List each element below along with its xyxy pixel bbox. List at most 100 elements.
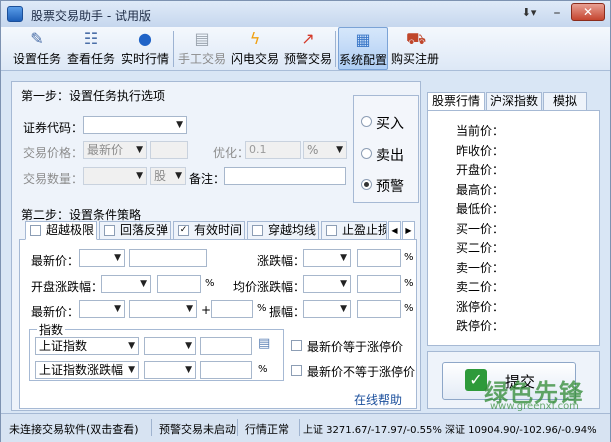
download-menu-icon[interactable]: ⬇▾ — [517, 4, 541, 22]
index-change-operator-dropdown[interactable]: ▼ — [144, 361, 196, 379]
price-type-dropdown[interactable]: 最新价 ▼ — [83, 141, 147, 159]
toolbar-buy-register[interactable]: ⛟ 购买注册 — [389, 27, 441, 70]
index-operator-dropdown[interactable]: ▼ — [144, 337, 196, 355]
tab-checkbox[interactable] — [30, 225, 41, 236]
chevron-down-icon: ▼ — [136, 171, 143, 181]
tab-fallback-rebound[interactable]: 回落反弹 — [99, 221, 171, 240]
tab-stop-profit-loss[interactable]: 止盈止损 — [321, 221, 387, 240]
change-input[interactable] — [357, 249, 401, 267]
index-value-input[interactable] — [200, 337, 252, 355]
tab-cross-ma[interactable]: 穿越均线 — [247, 221, 319, 240]
radio-alert-label: 预警 — [376, 179, 404, 195]
quote-bid2: 买二价： — [456, 241, 505, 255]
tab-checkbox-checked[interactable]: ✓ — [178, 225, 189, 236]
chevron-down-icon: ▼ — [140, 279, 147, 289]
tab-exceed-limit[interactable]: 超越极限 — [25, 221, 97, 240]
price-input[interactable] — [150, 141, 188, 159]
limit-up-checkbox[interactable] — [291, 340, 302, 351]
reference-price-dropdown[interactable]: ▼ — [129, 300, 197, 318]
toolbar-system-config[interactable]: ▦ 系统配置 — [338, 27, 388, 70]
latest-price-operator-dropdown[interactable]: ▼ — [79, 249, 125, 267]
tab-checkbox[interactable] — [104, 225, 115, 236]
not-limit-up-label: 最新价不等于涨停价 — [307, 365, 416, 379]
index-change-dropdown[interactable]: 上证指数涨跌幅 ▼ — [35, 361, 139, 379]
chevron-down-icon: ▼ — [340, 279, 347, 289]
radio-buy[interactable] — [361, 116, 372, 127]
chevron-down-icon: ▼ — [136, 145, 143, 155]
toolbar-manual-trade[interactable]: ▤ 手工交易 — [176, 27, 228, 70]
settings-task-icon: ✎ — [30, 29, 44, 48]
status-shenzhen-index: 深证 10904.90/-102.96/-0.94% — [445, 425, 597, 436]
close-button[interactable]: ✕ — [571, 3, 605, 21]
quote-panel — [427, 110, 600, 346]
percent-label: % — [205, 278, 215, 289]
latest-price-input[interactable] — [129, 249, 207, 267]
status-alert: 预警交易未启动 — [159, 423, 236, 436]
tab-valid-time[interactable]: ✓ 有效时间 — [173, 221, 245, 240]
amplitude-input[interactable] — [357, 300, 401, 318]
avg-change-operator-dropdown[interactable]: ▼ — [303, 275, 351, 293]
plus-label: + — [201, 303, 212, 317]
change-operator-dropdown[interactable]: ▼ — [303, 249, 351, 267]
stock-code-dropdown[interactable]: ▼ — [83, 116, 187, 134]
quote-ask1: 卖一价： — [456, 261, 505, 275]
tab-stock-quote[interactable]: 股票行情 — [427, 92, 485, 111]
code-label: 证券代码： — [23, 121, 84, 135]
tab-simulate[interactable]: 模拟 — [543, 92, 587, 111]
optimize-input[interactable]: 0.1 — [245, 141, 301, 159]
note-input[interactable] — [224, 167, 346, 185]
status-separator — [237, 419, 238, 436]
percent-label: % — [404, 252, 414, 263]
amplitude-label: 振幅： — [269, 305, 306, 319]
chevron-down-icon: ▼ — [185, 365, 192, 375]
calendar-icon[interactable]: ▤ — [258, 336, 270, 351]
quote-limit-down: 跌停价： — [456, 319, 505, 333]
latest-price-operator-dropdown-2[interactable]: ▼ — [79, 300, 125, 318]
system-config-icon: ▦ — [355, 30, 371, 49]
toolbar-realtime-quote[interactable]: ● 实时行情 — [119, 27, 171, 70]
tab-checkbox[interactable] — [326, 225, 337, 236]
radio-alert[interactable] — [361, 179, 372, 190]
radio-sell-label: 卖出 — [376, 148, 404, 164]
status-connection[interactable]: 未连接交易软件(双击查看) — [9, 421, 139, 437]
toolbar-lightning-trade[interactable]: ϟ 闪电交易 — [229, 27, 281, 70]
chevron-down-icon: ▼ — [340, 304, 347, 314]
chevron-down-icon: ▼ — [176, 120, 183, 130]
avg-change-input[interactable] — [357, 275, 401, 293]
chevron-down-icon: ▼ — [186, 304, 193, 314]
online-help-link[interactable]: 在线帮助 — [354, 391, 402, 408]
status-shanghai-index: 上证 3271.67/-17.97/-0.55% — [303, 425, 442, 436]
toolbar-view-task[interactable]: ☷ 查看任务 — [65, 27, 117, 70]
chevron-down-icon: ▼ — [175, 171, 182, 181]
chevron-down-icon: ▼ — [114, 253, 121, 263]
quantity-unit-dropdown[interactable]: 股 ▼ — [150, 167, 186, 185]
radio-sell[interactable] — [361, 148, 372, 159]
tab-scroll-right-button[interactable]: ▶ — [402, 221, 415, 240]
step1-title: 第一步：设置任务执行选项 — [21, 89, 166, 103]
status-separator — [151, 419, 152, 436]
main-toolbar: ✎ 设置任务 ☷ 查看任务 ● 实时行情 ▤ 手工交易 ϟ 闪电交易 ↗ 预警交… — [1, 27, 610, 71]
latest-price-label-2: 最新价： — [31, 305, 80, 319]
not-limit-up-checkbox[interactable] — [291, 365, 302, 376]
tab-checkbox[interactable] — [252, 225, 263, 236]
radio-buy-label: 买入 — [376, 116, 404, 132]
tab-scroll-left-button[interactable]: ◀ — [388, 221, 401, 240]
index-dropdown[interactable]: 上证指数 ▼ — [35, 337, 139, 355]
percent-label: % — [404, 303, 414, 314]
index-change-input[interactable] — [200, 361, 252, 379]
offset-input[interactable] — [211, 300, 253, 318]
open-change-input[interactable] — [157, 275, 201, 293]
toolbar-alert-trade[interactable]: ↗ 预警交易 — [282, 27, 334, 70]
toolbar-settings-task[interactable]: ✎ 设置任务 — [11, 27, 63, 70]
window-title: 股票交易助手 - 试用版 — [31, 9, 151, 23]
open-change-operator-dropdown[interactable]: ▼ — [101, 275, 151, 293]
chevron-down-icon: ▼ — [128, 365, 135, 375]
optimize-unit-dropdown[interactable]: % ▼ — [303, 141, 347, 159]
quantity-dropdown[interactable]: ▼ — [83, 167, 147, 185]
tab-index-quote[interactable]: 沪深指数 — [486, 92, 542, 111]
amplitude-operator-dropdown[interactable]: ▼ — [303, 300, 351, 318]
chevron-down-icon: ▼ — [340, 253, 347, 263]
view-task-icon: ☷ — [83, 29, 99, 48]
minimize-button[interactable]: – — [546, 4, 568, 22]
cart-icon: ⛟ — [406, 29, 427, 48]
